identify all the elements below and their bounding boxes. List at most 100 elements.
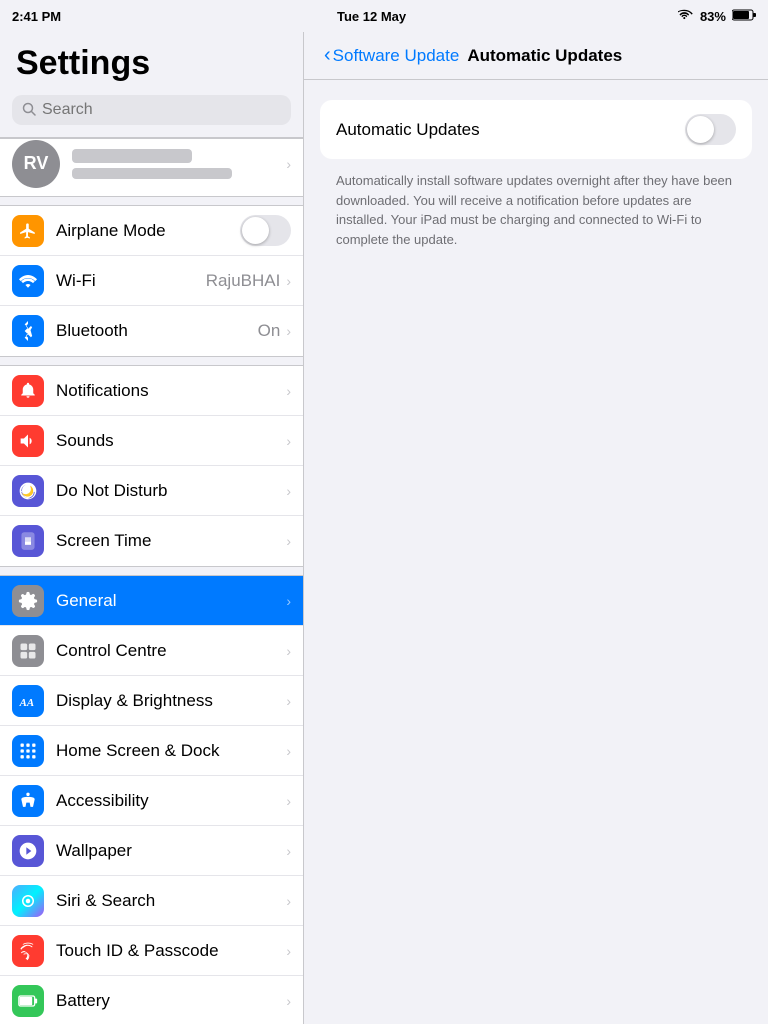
- status-time: 2:41 PM: [12, 9, 61, 24]
- sidebar-item-wifi[interactable]: Wi-Fi RajuBHAI ›: [0, 256, 303, 306]
- sidebar-title: Settings: [0, 32, 303, 91]
- wifi-status-icon: [678, 9, 694, 24]
- profile-chevron: ›: [286, 156, 291, 172]
- sidebar-item-homescreen[interactable]: Home Screen & Dock ›: [0, 726, 303, 776]
- sidebar-item-donotdisturb[interactable]: 🌙 Do Not Disturb ›: [0, 466, 303, 516]
- sounds-icon: [12, 425, 44, 457]
- automatic-updates-description: Automatically install software updates o…: [320, 159, 752, 249]
- display-icon: AA: [12, 685, 44, 717]
- sidebar-item-airplane[interactable]: Airplane Mode: [0, 206, 303, 256]
- search-bar[interactable]: [12, 95, 291, 125]
- battery-chevron: ›: [286, 993, 291, 1009]
- bluetooth-icon: [12, 315, 44, 347]
- automatic-updates-label: Automatic Updates: [336, 120, 685, 140]
- wallpaper-chevron: ›: [286, 843, 291, 859]
- controlcentre-icon: [12, 635, 44, 667]
- screentime-icon: [12, 525, 44, 557]
- siri-label: Siri & Search: [56, 891, 286, 911]
- homescreen-icon: [12, 735, 44, 767]
- general-chevron: ›: [286, 593, 291, 609]
- general-label: General: [56, 591, 286, 611]
- back-label: Software Update: [333, 46, 460, 66]
- battery-setting-icon: [12, 985, 44, 1017]
- profile-sub: [72, 168, 232, 179]
- sidebar-item-touchid[interactable]: Touch ID & Passcode ›: [0, 926, 303, 976]
- screentime-label: Screen Time: [56, 531, 286, 551]
- search-icon: [22, 102, 36, 119]
- profile-section: RV ›: [0, 137, 303, 197]
- bluetooth-value: On: [258, 321, 281, 341]
- settings-group-media: Notifications › Sounds › 🌙 Do Not Distur…: [0, 365, 303, 567]
- accessibility-chevron: ›: [286, 793, 291, 809]
- display-chevron: ›: [286, 693, 291, 709]
- detail-content: Automatic Updates Automatically install …: [304, 80, 768, 269]
- accessibility-label: Accessibility: [56, 791, 286, 811]
- battery-percent: 83%: [700, 9, 726, 24]
- status-bar: 2:41 PM Tue 12 May 83%: [0, 0, 768, 32]
- accessibility-icon: [12, 785, 44, 817]
- profile-name: [72, 149, 192, 163]
- sidebar: Settings RV ›: [0, 32, 304, 1024]
- back-button[interactable]: ‹ Software Update: [324, 44, 459, 67]
- svg-text:AA: AA: [19, 697, 34, 709]
- settings-group-connectivity: Airplane Mode Wi-Fi RajuBHAI › Bluetooth…: [0, 205, 303, 357]
- battery-icon: [732, 9, 756, 24]
- back-chevron-icon: ‹: [324, 44, 331, 67]
- siri-chevron: ›: [286, 893, 291, 909]
- notifications-chevron: ›: [286, 383, 291, 399]
- controlcentre-chevron: ›: [286, 643, 291, 659]
- donotdisturb-icon: 🌙: [12, 475, 44, 507]
- notifications-icon: [12, 375, 44, 407]
- avatar: RV: [12, 140, 60, 188]
- profile-info: [72, 149, 274, 179]
- general-icon: [12, 585, 44, 617]
- bluetooth-label: Bluetooth: [56, 321, 258, 341]
- sidebar-item-accessibility[interactable]: Accessibility ›: [0, 776, 303, 826]
- battery-label: Battery: [56, 991, 286, 1011]
- airplane-label: Airplane Mode: [56, 221, 240, 241]
- sounds-label: Sounds: [56, 431, 286, 451]
- detail-title: Automatic Updates: [467, 46, 622, 66]
- sidebar-item-siri[interactable]: Siri & Search ›: [0, 876, 303, 926]
- detail-pane: ‹ Software Update Automatic Updates Auto…: [304, 32, 768, 1024]
- automatic-updates-card: Automatic Updates: [320, 100, 752, 159]
- wifi-icon: [12, 265, 44, 297]
- sidebar-item-wallpaper[interactable]: Wallpaper ›: [0, 826, 303, 876]
- airplane-toggle[interactable]: [240, 215, 291, 246]
- sidebar-item-screentime[interactable]: Screen Time ›: [0, 516, 303, 566]
- screentime-chevron: ›: [286, 533, 291, 549]
- detail-header: ‹ Software Update Automatic Updates: [304, 32, 768, 80]
- search-input[interactable]: [42, 101, 281, 119]
- siri-icon: [12, 885, 44, 917]
- sidebar-item-battery[interactable]: Battery ›: [0, 976, 303, 1024]
- status-date: Tue 12 May: [337, 9, 406, 24]
- wallpaper-icon: [12, 835, 44, 867]
- touchid-label: Touch ID & Passcode: [56, 941, 286, 961]
- notifications-label: Notifications: [56, 381, 286, 401]
- svg-text:🌙: 🌙: [22, 484, 34, 497]
- homescreen-chevron: ›: [286, 743, 291, 759]
- controlcentre-label: Control Centre: [56, 641, 286, 661]
- donotdisturb-chevron: ›: [286, 483, 291, 499]
- sounds-chevron: ›: [286, 433, 291, 449]
- donotdisturb-label: Do Not Disturb: [56, 481, 286, 501]
- display-label: Display & Brightness: [56, 691, 286, 711]
- sidebar-item-general[interactable]: General ›: [0, 576, 303, 626]
- sidebar-item-display[interactable]: AA Display & Brightness ›: [0, 676, 303, 726]
- settings-group-system: General › Control Centre › AA Display & …: [0, 575, 303, 1024]
- touchid-chevron: ›: [286, 943, 291, 959]
- automatic-updates-row: Automatic Updates: [320, 100, 752, 159]
- wifi-value: RajuBHAI: [206, 271, 281, 291]
- automatic-updates-toggle[interactable]: [685, 114, 736, 145]
- profile-row[interactable]: RV ›: [0, 138, 303, 188]
- sidebar-item-notifications[interactable]: Notifications ›: [0, 366, 303, 416]
- homescreen-label: Home Screen & Dock: [56, 741, 286, 761]
- wallpaper-label: Wallpaper: [56, 841, 286, 861]
- sidebar-item-bluetooth[interactable]: Bluetooth On ›: [0, 306, 303, 356]
- sidebar-item-sounds[interactable]: Sounds ›: [0, 416, 303, 466]
- airplane-icon: [12, 215, 44, 247]
- touchid-icon: [12, 935, 44, 967]
- sidebar-item-controlcentre[interactable]: Control Centre ›: [0, 626, 303, 676]
- wifi-label: Wi-Fi: [56, 271, 206, 291]
- wifi-chevron: ›: [286, 273, 291, 289]
